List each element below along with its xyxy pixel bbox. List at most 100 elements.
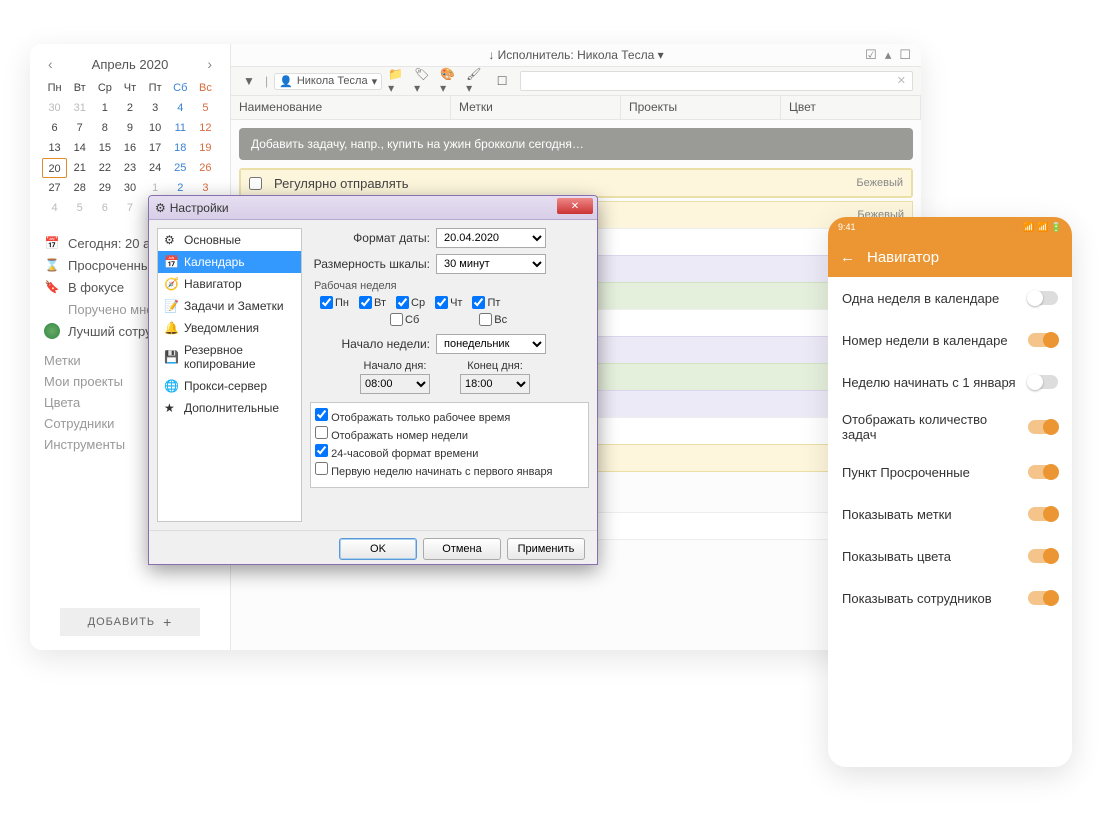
toggle[interactable] xyxy=(1028,291,1058,305)
col-color[interactable]: Цвет xyxy=(781,96,921,119)
weekday-checkboxes: Пн Вт Ср Чт Пт xyxy=(320,296,589,309)
calendar-day[interactable]: 10 xyxy=(143,118,168,138)
calendar-day[interactable]: 30 xyxy=(42,98,67,118)
task-row[interactable]: Регулярно отправлять Бежевый xyxy=(240,169,912,197)
toggle[interactable] xyxy=(1028,375,1058,389)
mobile-item-one-week[interactable]: Одна неделя в календаре xyxy=(828,277,1072,319)
apply-button[interactable]: Применить xyxy=(507,538,585,560)
calendar-day[interactable]: 12 xyxy=(193,118,218,138)
calendar-day[interactable]: 9 xyxy=(117,118,142,138)
date-format-select[interactable]: 20.04.2020 xyxy=(436,228,546,248)
calendar-day[interactable]: 6 xyxy=(92,198,117,218)
calendar-day[interactable]: 4 xyxy=(42,198,67,218)
calendar-day[interactable]: 11 xyxy=(168,118,193,138)
calendar-day[interactable]: 27 xyxy=(42,178,67,198)
calendar-day[interactable]: 31 xyxy=(67,98,92,118)
calendar-day[interactable]: 1 xyxy=(92,98,117,118)
nav-item-notifications[interactable]: 🔔Уведомления xyxy=(158,317,301,339)
calendar-day[interactable]: 22 xyxy=(92,158,117,178)
calendar-day[interactable]: 13 xyxy=(42,138,67,158)
dialog-footer: OK Отмена Применить xyxy=(149,530,597,565)
back-icon[interactable]: ← xyxy=(840,249,855,266)
calendar-day[interactable]: 16 xyxy=(117,138,142,158)
palette-icon[interactable]: 🎨▾ xyxy=(440,71,460,91)
mobile-item-employees[interactable]: Показывать сотрудников xyxy=(828,577,1072,619)
next-month-icon[interactable]: › xyxy=(207,56,212,72)
calendar-day[interactable]: 7 xyxy=(117,198,142,218)
day-end-select[interactable]: 18:00 xyxy=(460,374,530,394)
nav-item-proxy[interactable]: 🌐Прокси-сервер xyxy=(158,375,301,397)
calendar-day[interactable]: 17 xyxy=(143,138,168,158)
nav-item-tasks[interactable]: 📝Задачи и Заметки xyxy=(158,295,301,317)
nav-item-calendar[interactable]: 📅Календарь xyxy=(158,251,301,273)
calendar-day[interactable]: 26 xyxy=(193,158,218,178)
calendar-day[interactable]: 14 xyxy=(67,138,92,158)
calendar-day[interactable]: 23 xyxy=(117,158,142,178)
calendar-day[interactable]: 21 xyxy=(67,158,92,178)
col-labels[interactable]: Метки xyxy=(451,96,621,119)
toggle[interactable] xyxy=(1028,333,1058,347)
chevron-down-icon[interactable]: ▴ xyxy=(885,47,892,63)
toggle[interactable] xyxy=(1028,549,1058,563)
toggle[interactable] xyxy=(1028,507,1058,521)
calendar-day[interactable]: 15 xyxy=(92,138,117,158)
calendar-day[interactable]: 5 xyxy=(67,198,92,218)
toggle[interactable] xyxy=(1028,465,1058,479)
nav-item-extra[interactable]: ★Дополнительные xyxy=(158,397,301,419)
calendar-day[interactable]: 19 xyxy=(193,138,218,158)
check-icon[interactable]: ☑ xyxy=(865,47,877,63)
tag-icon[interactable]: 🏷▾ xyxy=(414,71,434,91)
calendar-day[interactable]: 8 xyxy=(92,118,117,138)
toggle[interactable] xyxy=(1028,591,1058,605)
day-start-select[interactable]: 08:00 xyxy=(360,374,430,394)
ok-button[interactable]: OK xyxy=(339,538,417,560)
calendar-header: ‹ Апрель 2020 › xyxy=(30,56,230,72)
calendar-day[interactable]: 3 xyxy=(143,98,168,118)
mobile-item-week-num[interactable]: Номер недели в календаре xyxy=(828,319,1072,361)
filter-icon[interactable]: ▼ xyxy=(239,71,259,91)
window-icon[interactable]: ☐ xyxy=(899,47,911,63)
mobile-item-task-count[interactable]: Отображать количество задач xyxy=(828,403,1072,451)
mobile-item-labels[interactable]: Показывать метки xyxy=(828,493,1072,535)
mobile-list: Одна неделя в календаре Номер недели в к… xyxy=(828,277,1072,619)
calendar-day[interactable]: 24 xyxy=(143,158,168,178)
folder-icon[interactable]: 📁▾ xyxy=(388,71,408,91)
mobile-item-overdue[interactable]: Пункт Просроченные xyxy=(828,451,1072,493)
search-input[interactable] xyxy=(520,71,913,91)
calendar-day[interactable]: 18 xyxy=(168,138,193,158)
dialog-titlebar[interactable]: ⚙ Настройки ✕ xyxy=(149,196,597,220)
calendar-day[interactable]: 25 xyxy=(168,158,193,178)
network-icon: 🌐 xyxy=(164,379,178,393)
add-button[interactable]: ДОБАВИТЬ+ xyxy=(60,608,200,636)
mobile-item-colors[interactable]: Показывать цвета xyxy=(828,535,1072,577)
title-text[interactable]: ↓ Исполнитель: Никола Тесла ▾ xyxy=(488,48,663,62)
add-task-input[interactable]: Добавить задачу, напр., купить на ужин б… xyxy=(239,128,913,160)
cancel-button[interactable]: Отмена xyxy=(423,538,501,560)
calendar-day[interactable]: 7 xyxy=(67,118,92,138)
calendar-day[interactable]: 5 xyxy=(193,98,218,118)
col-projects[interactable]: Проекты xyxy=(621,96,781,119)
calendar-day[interactable]: 6 xyxy=(42,118,67,138)
col-name[interactable]: Наименование xyxy=(231,96,451,119)
calendar-day[interactable]: 28 xyxy=(67,178,92,198)
prev-month-icon[interactable]: ‹ xyxy=(48,56,53,72)
assignee-pill[interactable]: 👤Никола Тесла▾ xyxy=(274,73,382,90)
close-button[interactable]: ✕ xyxy=(557,198,593,214)
calendar-day[interactable]: 20 xyxy=(42,158,67,178)
calendar-day[interactable]: 29 xyxy=(92,178,117,198)
mobile-item-jan1[interactable]: Неделю начинать с 1 января xyxy=(828,361,1072,403)
brush-icon[interactable]: 🖌▾ xyxy=(466,71,486,91)
week-start-select[interactable]: понедельник xyxy=(436,334,546,354)
calendar-day[interactable]: 2 xyxy=(117,98,142,118)
square-icon[interactable]: ☐ xyxy=(492,71,512,91)
toolbar: ▼| 👤Никола Тесла▾ 📁▾ 🏷▾ 🎨▾ 🖌▾ ☐ xyxy=(231,66,921,96)
sun-checkbox xyxy=(479,313,492,326)
calendar-day[interactable]: 30 xyxy=(117,178,142,198)
task-checkbox[interactable] xyxy=(249,177,262,190)
scale-select[interactable]: 30 минут xyxy=(436,254,546,274)
calendar-day[interactable]: 4 xyxy=(168,98,193,118)
nav-item-backup[interactable]: 💾Резервное копирование xyxy=(158,339,301,375)
nav-item-main[interactable]: ⚙Основные xyxy=(158,229,301,251)
nav-item-navigator[interactable]: 🧭Навигатор xyxy=(158,273,301,295)
toggle[interactable] xyxy=(1028,420,1058,434)
